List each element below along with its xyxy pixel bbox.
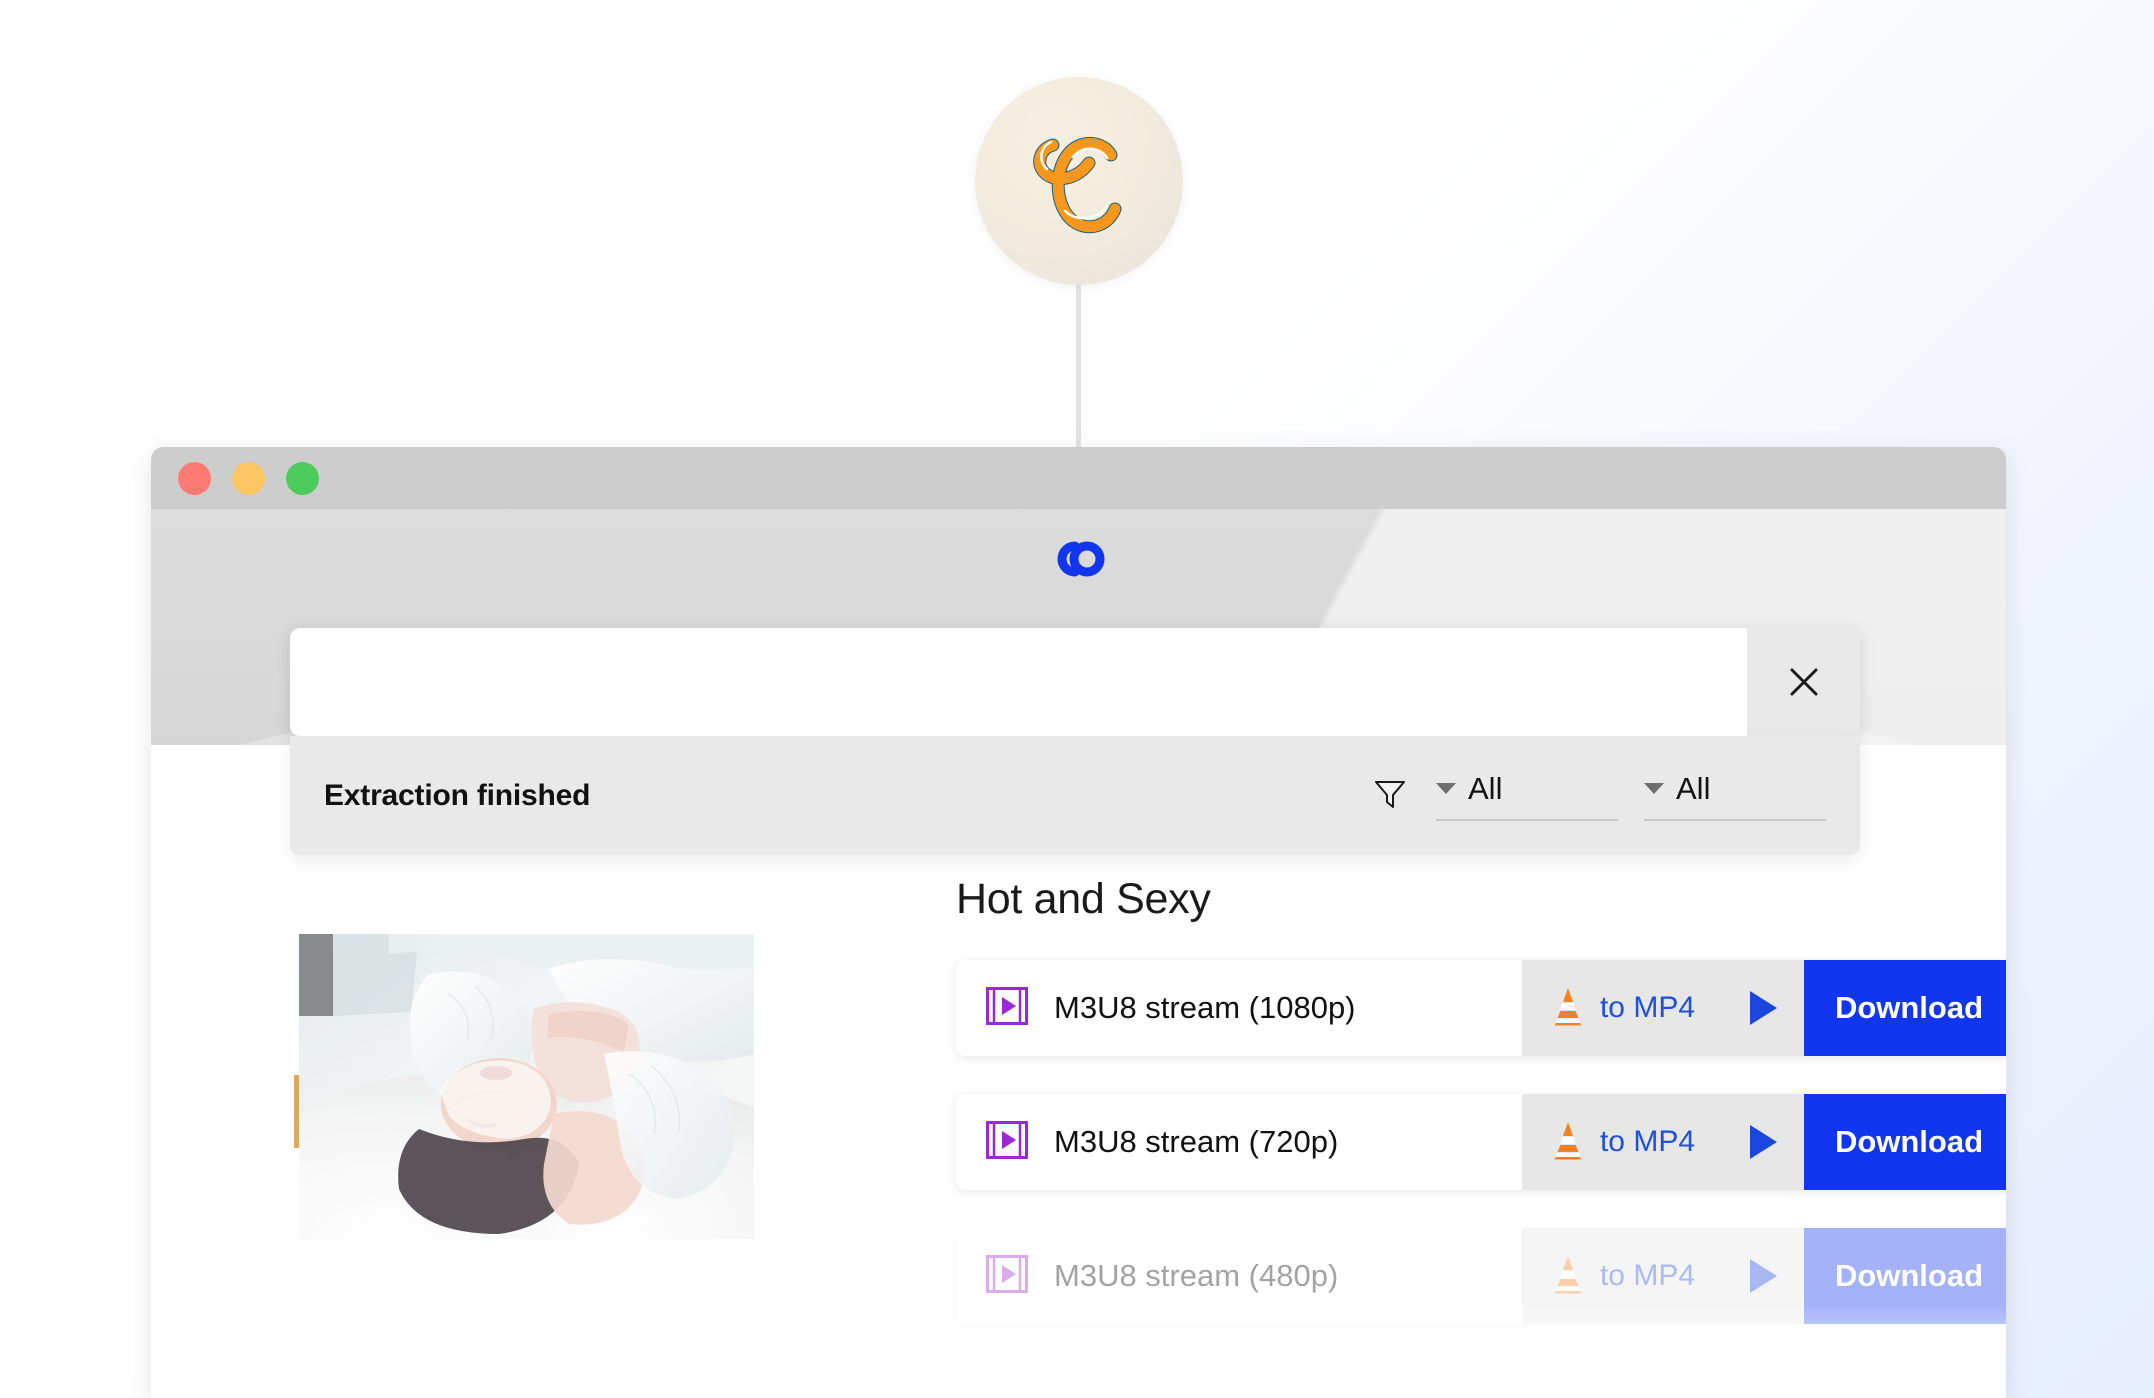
play-icon [1750,1259,1777,1293]
stream-name-label: M3U8 stream (1080p) [1054,990,1356,1025]
window-close-button[interactable] [178,461,211,495]
status-filter-bar: Extraction finished All All [290,736,1860,855]
filter-select-quality[interactable]: All [1644,771,1826,821]
play-icon [1750,1125,1777,1159]
close-icon [1790,668,1817,696]
app-logo-c-badge[interactable] [975,77,1183,285]
convert-to-mp4-button[interactable]: to MP4 [1522,960,1723,1056]
convert-to-mp4-label: to MP4 [1599,991,1696,1024]
stream-name-cell[interactable]: M3U8 stream (480p) [956,1228,1522,1324]
stream-name-label: M3U8 stream (720p) [1054,1124,1339,1159]
window-title-bar [151,447,2006,509]
interlocking-rings-logo [1057,541,1104,577]
stream-name-label: M3U8 stream (480p) [1054,1258,1339,1293]
table-row: M3U8 stream (1080p) to MP4 Download [956,960,2006,1056]
play-icon [1750,991,1777,1025]
stream-list-panel: Hot and Sexy M3U8 stream (1080p) to MP4 … [956,875,2006,1362]
stream-name-cell[interactable]: M3U8 stream (720p) [956,1094,1522,1190]
table-row: M3U8 stream (480p) to MP4 Download [956,1228,2006,1324]
download-button-label: Download [1834,1124,1984,1159]
c-letter-glyph [1033,137,1122,234]
download-button-label: Download [1834,990,1984,1025]
window-zoom-button[interactable] [286,461,319,495]
filter-select-quality-label: All [1676,770,1711,806]
video-file-icon [986,986,1028,1030]
convert-to-mp4-label: to MP4 [1599,1125,1696,1158]
download-button[interactable]: Download [1804,1094,2006,1190]
vlc-cone-icon [1550,1254,1586,1299]
video-file-icon [986,1120,1028,1164]
video-file-icon [986,1254,1028,1298]
convert-to-mp4-label: to MP4 [1599,1259,1696,1292]
play-button[interactable] [1723,960,1804,1056]
play-button[interactable] [1723,1228,1804,1324]
status-text: Extraction finished [324,778,591,812]
chevron-down-icon [1436,783,1456,794]
results-area: Hot and Sexy M3U8 stream (1080p) to MP4 … [151,875,2006,1398]
convert-to-mp4-button[interactable]: to MP4 [1522,1228,1723,1324]
filter-select-type[interactable]: All [1436,771,1618,821]
brand-logo [151,537,2006,581]
vlc-cone-icon [1550,1120,1586,1165]
chevron-down-icon [1644,783,1664,794]
filter-select-type-label: All [1468,770,1503,806]
filter-funnel-icon[interactable] [1370,773,1410,818]
window-minimize-button[interactable] [232,461,265,495]
page-title: Hot and Sexy [956,875,1211,923]
vlc-cone-icon [1550,986,1586,1031]
convert-to-mp4-button[interactable]: to MP4 [1522,1094,1723,1190]
download-button-label: Download [1834,1258,1984,1293]
url-search-card [290,628,1860,736]
search-input[interactable] [290,628,1747,736]
play-button[interactable] [1723,1094,1804,1190]
download-button[interactable]: Download [1804,960,2006,1056]
close-button[interactable] [1747,628,1860,736]
stream-name-cell[interactable]: M3U8 stream (1080p) [956,960,1522,1056]
filter-group: All All [1370,771,1826,821]
download-button[interactable]: Download [1804,1228,2006,1324]
table-row: M3U8 stream (720p) to MP4 Download [956,1094,2006,1190]
video-thumbnail[interactable] [299,934,754,1239]
thumbnail-image [299,934,754,1239]
